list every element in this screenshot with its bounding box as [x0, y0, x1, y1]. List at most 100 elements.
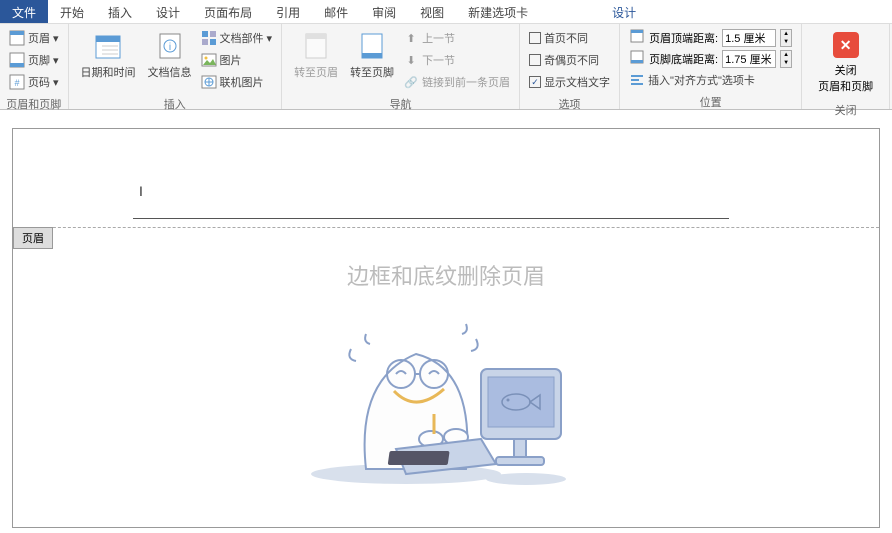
goto-footer-label: 转至页脚 [350, 64, 394, 80]
close-hf-button[interactable]: ✕ 关闭 页眉和页脚 [808, 26, 883, 100]
tab-mail[interactable]: 邮件 [312, 0, 360, 23]
footer-label: 页脚 [28, 52, 50, 68]
ribbon: 页眉▾ 页脚▾ #页码▾ 页眉和页脚 日期和时间 i 文档信息 文档部件▾ 图片… [0, 24, 892, 110]
tab-review[interactable]: 审阅 [360, 0, 408, 23]
prev-icon: ⬆ [403, 30, 419, 46]
watermark-text: 边框和底纹删除页眉 [13, 259, 879, 291]
footer-button[interactable]: 页脚▾ [9, 50, 59, 70]
header-label: 页眉 [28, 30, 50, 46]
goto-footer-icon [356, 30, 388, 62]
footer-dist-input[interactable] [722, 50, 776, 68]
pagenum-label: 页码 [28, 74, 50, 90]
checkbox-icon [529, 76, 541, 88]
odd-even-label: 奇偶页不同 [544, 52, 599, 68]
prev-label: 上一节 [422, 30, 455, 46]
group-navigation: 转至页眉 转至页脚 ⬆上一节 ⬇下一节 🔗链接到前一条页眉 导航 [282, 24, 520, 109]
align-tab-icon [629, 72, 645, 88]
tab-references[interactable]: 引用 [264, 0, 312, 23]
dropdown-icon: ▾ [267, 32, 273, 45]
group-label: 位置 [626, 92, 795, 112]
close-label2: 页眉和页脚 [818, 78, 873, 94]
parts-icon [201, 30, 217, 46]
link-label: 链接到前一条页眉 [422, 74, 510, 90]
tab-layout[interactable]: 页面布局 [192, 0, 264, 23]
tab-newtab[interactable]: 新建选项卡 [456, 0, 540, 23]
calendar-icon [92, 30, 124, 62]
header-badge: 页眉 [13, 227, 53, 249]
tab-design[interactable]: 设计 [144, 0, 192, 23]
header-boundary [13, 227, 879, 228]
picture-button[interactable]: 图片 [201, 50, 273, 70]
odd-even-check[interactable]: 奇偶页不同 [529, 50, 610, 70]
goto-header-button[interactable]: 转至页眉 [288, 26, 344, 94]
group-label: 导航 [288, 94, 513, 114]
spinner[interactable]: ▲▼ [780, 50, 792, 68]
docinfo-button[interactable]: i 文档信息 [142, 26, 198, 94]
pagenum-icon: # [9, 74, 25, 90]
footer-icon [9, 52, 25, 68]
group-label: 插入 [75, 94, 276, 114]
datetime-button[interactable]: 日期和时间 [75, 26, 142, 94]
docinfo-label: 文档信息 [148, 64, 192, 80]
online-pic-label: 联机图片 [220, 74, 264, 90]
online-pic-button[interactable]: 联机图片 [201, 72, 273, 92]
goto-header-icon [300, 30, 332, 62]
datetime-label: 日期和时间 [81, 64, 136, 80]
header-edit-zone[interactable] [133, 189, 729, 219]
dropdown-icon: ▾ [53, 54, 59, 67]
group-insert: 日期和时间 i 文档信息 文档部件▾ 图片 联机图片 插入 [69, 24, 283, 109]
dropdown-icon: ▾ [53, 76, 59, 89]
dropdown-icon: ▾ [53, 32, 59, 45]
header-dist-icon [629, 28, 645, 47]
link-icon: 🔗 [403, 74, 419, 90]
group-close: ✕ 关闭 页眉和页脚 关闭 [802, 24, 890, 109]
close-label1: 关闭 [835, 62, 857, 78]
header-distance-row: 页眉顶端距离: ▲▼ [629, 28, 792, 47]
align-tab-label: 插入"对齐方式"选项卡 [648, 72, 755, 88]
pagenum-button[interactable]: # 页码▾ [9, 72, 59, 92]
goto-footer-button[interactable]: 转至页脚 [344, 26, 400, 94]
docinfo-icon: i [154, 30, 186, 62]
group-label: 选项 [526, 94, 613, 114]
tab-home[interactable]: 开始 [48, 0, 96, 23]
header-dist-input[interactable] [722, 29, 776, 47]
svg-text:#: # [14, 78, 19, 88]
checkbox-icon [529, 32, 541, 44]
svg-text:i: i [168, 42, 170, 53]
next-section-button[interactable]: ⬇下一节 [403, 50, 510, 70]
footer-dist-label: 页脚底端距离: [649, 51, 718, 67]
footer-distance-row: 页脚底端距离: ▲▼ [629, 49, 792, 68]
group-position: 页眉顶端距离: ▲▼ 页脚底端距离: ▲▼ 插入"对齐方式"选项卡 位置 [620, 24, 802, 109]
group-header-footer: 页眉▾ 页脚▾ #页码▾ 页眉和页脚 [0, 24, 69, 109]
parts-button[interactable]: 文档部件▾ [201, 28, 273, 48]
next-icon: ⬇ [403, 52, 419, 68]
tab-insert[interactable]: 插入 [96, 0, 144, 23]
first-diff-label: 首页不同 [544, 30, 588, 46]
spinner[interactable]: ▲▼ [780, 29, 792, 47]
align-tab-button[interactable]: 插入"对齐方式"选项卡 [629, 70, 792, 90]
show-text-check[interactable]: 显示文档文字 [529, 72, 610, 92]
link-prev-button[interactable]: 🔗链接到前一条页眉 [403, 72, 510, 92]
group-label: 页眉和页脚 [6, 94, 62, 114]
tab-view[interactable]: 视图 [408, 0, 456, 23]
header-dist-label: 页眉顶端距离: [649, 30, 718, 46]
tab-file[interactable]: 文件 [0, 0, 48, 23]
prev-section-button[interactable]: ⬆上一节 [403, 28, 510, 48]
group-label: 关闭 [808, 100, 883, 120]
next-label: 下一节 [422, 52, 455, 68]
checkbox-icon [529, 54, 541, 66]
header-button[interactable]: 页眉▾ [9, 28, 59, 48]
parts-label: 文档部件 [220, 30, 264, 46]
header-icon [9, 30, 25, 46]
group-options: 首页不同 奇偶页不同 显示文档文字 选项 [520, 24, 620, 109]
illustration [316, 299, 576, 499]
picture-label: 图片 [220, 52, 242, 68]
show-text-label: 显示文档文字 [544, 74, 610, 90]
footer-dist-icon [629, 49, 645, 68]
first-diff-check[interactable]: 首页不同 [529, 28, 610, 48]
online-pic-icon [201, 74, 217, 90]
ribbon-tabs: 文件 开始 插入 设计 页面布局 引用 邮件 审阅 视图 新建选项卡 设计 [0, 0, 892, 24]
document-area[interactable]: I 页眉 边框和底纹删除页眉 [12, 128, 880, 528]
tab-context-design[interactable]: 设计 [600, 0, 648, 23]
close-icon: ✕ [833, 32, 859, 58]
